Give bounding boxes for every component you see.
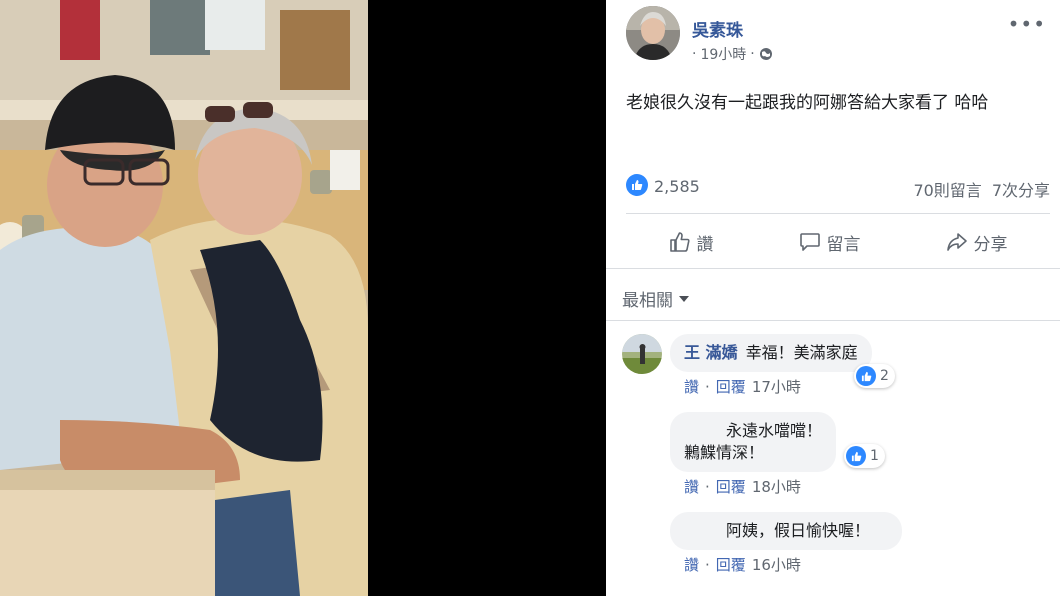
comment-time[interactable]: 17小時 [752,376,801,397]
divider-top [626,213,1050,214]
comment-text: 阿姨，假日愉快喔！ [726,521,871,540]
footer-dot: · [705,377,710,396]
meta-dot: · [692,46,697,62]
share-button[interactable]: 分享 [946,230,1008,255]
author-name[interactable]: 吳素珠 [692,16,743,41]
author-avatar[interactable] [626,6,680,60]
commenter-name[interactable]: 王 滿嬌 [684,343,738,362]
comment-footer: 讚 · 回覆 17小時 [684,376,801,397]
comment-like-link[interactable]: 讚 [684,554,699,575]
comment-reactions[interactable]: 1 [844,444,885,468]
comment-bubble-icon [799,233,820,251]
divider-comments [606,320,1060,321]
reaction-count: 2 [880,368,889,384]
commenter-avatar[interactable] [622,334,662,374]
like-reaction-icon[interactable] [626,174,648,196]
comment-like-link[interactable]: 讚 [684,376,699,397]
commenter-avatar-hidden [622,512,662,552]
comment-time[interactable]: 18小時 [752,476,801,497]
comment-reactions[interactable]: 2 [854,364,895,388]
comment-share-stats: 70則留言 7次分享 [913,177,1050,201]
post-time[interactable]: 19小時 [700,44,746,64]
comment-text-line2: 鶼鰈情深！ [684,443,765,462]
like-reaction-icon [846,446,866,466]
post-panel: 吳素珠 · 19小時 · ••• 老娘很久沒有一起跟我的阿娜答給大家看了 哈哈 … [606,0,1060,596]
author-avatar-image [626,6,680,60]
comment-footer: 讚 · 回覆 16小時 [684,554,801,575]
comment-reply-link[interactable]: 回覆 [716,476,746,497]
comment-button[interactable]: 留言 [799,230,861,255]
share-count[interactable]: 7次分享 [992,177,1050,201]
photo-viewer[interactable] [0,0,606,596]
post-meta: · 19小時 · [692,44,773,64]
comment-text: 幸福！美滿家庭 [745,343,858,362]
commenter-avatar-hidden [622,412,662,452]
caret-down-icon [679,295,689,302]
post-text: 老娘很久沒有一起跟我的阿娜答給大家看了 哈哈 [626,93,989,113]
share-arrow-icon [946,233,967,251]
more-options-icon[interactable]: ••• [1008,12,1046,36]
comment-footer: 讚 · 回覆 18小時 [684,476,801,497]
comment-bubble: 阿姨，假日愉快喔！ [670,512,902,550]
like-button[interactable]: 讚 [669,230,714,255]
like-reaction-icon [856,366,876,386]
globe-icon [759,47,773,61]
like-count[interactable]: 2,585 [654,177,700,196]
photo-image [0,0,368,596]
comment-count[interactable]: 70則留言 [913,177,981,201]
comment-sort-dropdown[interactable]: 最相關 [622,286,689,311]
post-actions: 讚 留言 分享 [626,222,1050,262]
like-button-label: 讚 [696,234,714,255]
meta-dot-2: · [750,46,755,62]
comment-bubble: 王 滿嬌 幸福！美滿家庭 [670,334,872,372]
reaction-stats: 2,585 70則留言 7次分享 [626,172,1050,202]
footer-dot: · [705,555,710,574]
comment-reply-link[interactable]: 回覆 [716,376,746,397]
footer-dot: · [705,477,710,496]
share-button-label: 分享 [973,234,1008,255]
post-header: 吳素珠 · 19小時 · ••• [626,6,1046,64]
comment-like-link[interactable]: 讚 [684,476,699,497]
comment-text-line1: 永遠水噹噹！ [726,421,823,440]
comment-button-label: 留言 [826,234,861,255]
reaction-count: 1 [870,448,879,464]
comment-time[interactable]: 16小時 [752,554,801,575]
comment-bubble: 永遠水噹噹！ 鶼鰈情深！ [670,412,837,472]
sort-label: 最相關 [622,291,673,311]
thumbs-up-icon [669,232,690,252]
divider-actions [606,268,1060,269]
post-photo[interactable] [0,0,368,596]
comment-reply-link[interactable]: 回覆 [716,554,746,575]
